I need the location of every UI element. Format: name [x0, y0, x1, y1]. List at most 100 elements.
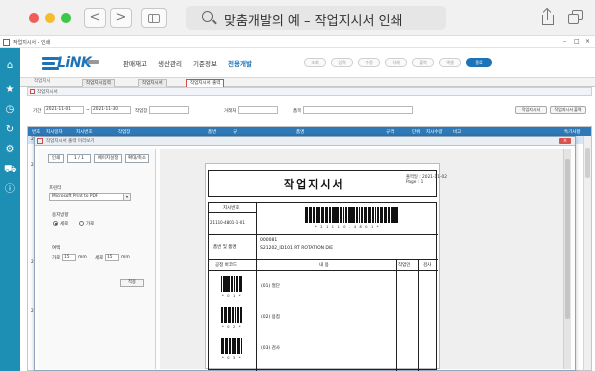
preview-page: 작업지시서 출력일 : 2021-11-02 Page : 1 지시번호 211… [205, 163, 447, 371]
subwindow-title: 작업지시서 [37, 90, 58, 95]
process-content-2: (02) 용접 [261, 315, 280, 320]
cart-icon[interactable]: ⛟ [4, 164, 17, 176]
clock-icon[interactable]: ◷ [4, 104, 16, 116]
exit-button[interactable]: 종료 [466, 58, 492, 67]
grid-scrollbar[interactable] [583, 136, 591, 370]
page-setup-button[interactable]: 페이지설정 [94, 154, 122, 163]
process-barcode-2 [221, 307, 242, 323]
portrait-radio[interactable] [53, 221, 58, 226]
work-order-print-button[interactable]: 작업지시서 출력 [550, 106, 586, 114]
col-note[interactable]: 비고 [453, 129, 461, 135]
search-icon [202, 11, 213, 22]
insert-button[interactable]: 입력 [331, 58, 353, 67]
share-button[interactable] [538, 8, 558, 28]
process-barcode-text-1: * 0 1 * [222, 294, 242, 298]
client-label: 거래처 [224, 109, 237, 114]
app-title: 작업지시서 - 인쇄 [13, 40, 51, 46]
process-barcode-1 [221, 276, 242, 292]
print-options-panel: 인쇄 1 / 1 페이지설정 확대/축소 프린터 Microsoft Print… [38, 149, 156, 369]
filter-bar: 기간 2021-11-01 ~ 2021-11-30 작업장 거래처 품목 작업… [27, 98, 592, 126]
tab-work-order-print[interactable]: 작업지시서 출력 [186, 79, 225, 87]
zoom-button[interactable]: 확대/축소 [125, 154, 149, 163]
forward-button[interactable]: > [110, 8, 132, 28]
process-content-3: (03) 검사 [261, 346, 280, 351]
minimize-window-button[interactable] [45, 13, 55, 23]
zoom-window-button[interactable] [61, 13, 71, 23]
date-to-input[interactable]: 2021-11-30 [91, 106, 131, 114]
back-button[interactable]: < [84, 8, 106, 28]
col-workline[interactable]: 작업장 [118, 129, 130, 135]
col-date[interactable]: 지시일자 [46, 129, 63, 135]
printer-select[interactable]: Microsoft Print to PDF ▾ [49, 193, 131, 201]
page-indicator[interactable]: 1 / 1 [67, 154, 91, 163]
col-item-name[interactable]: 품명 [296, 129, 304, 135]
document-title: 작업지시서 [284, 178, 345, 191]
dialog-close-button[interactable]: × [559, 138, 571, 144]
menu-item-production[interactable]: 생산관리 [158, 58, 182, 68]
app-close-button[interactable]: × [585, 38, 590, 45]
col-qty[interactable]: 지시수량 [426, 129, 443, 135]
delete-button[interactable]: 삭제 [385, 58, 407, 67]
app-minimize-button[interactable]: – [563, 38, 566, 45]
address-bar[interactable]: 맞춤개발의 예 – 작업지시서 인쇄 [186, 6, 446, 30]
landscape-radio[interactable] [79, 221, 84, 226]
sidebar-toggle-button[interactable] [141, 8, 167, 28]
date-from-input[interactable]: 2021-11-01 [44, 106, 84, 114]
date-label: 기간 [33, 109, 42, 114]
process-barcode-text-3: * 0 3 * [222, 356, 242, 360]
item-input[interactable] [303, 106, 413, 114]
tabs-overview-button[interactable] [566, 9, 586, 27]
printer-icon [37, 138, 43, 144]
breadcrumb: 작업지시 [34, 79, 51, 84]
gear-icon[interactable]: ⚙ [4, 144, 16, 156]
item-code: 000081 [260, 238, 278, 243]
workline-input[interactable] [149, 106, 189, 114]
app-maximize-button[interactable]: □ [574, 38, 580, 45]
close-window-button[interactable] [29, 13, 39, 23]
margin-right-input[interactable]: 15 [105, 254, 119, 261]
col-no[interactable]: 번호 [32, 129, 40, 135]
grid-header: 번호 지시일자 지시번호 작업장 품번 규 품명 규격 단위 지시수량 비고 특… [28, 127, 591, 136]
work-order-search-button[interactable]: 작업지시서 [515, 106, 547, 114]
tab-work-order-entry[interactable]: 작업지시입력 [82, 79, 115, 87]
tab-work-order[interactable]: 작업지시서 [138, 79, 167, 87]
app-title-bar: 작업지시서 - 인쇄 – □ × [0, 37, 595, 48]
preview-scrollbar[interactable] [563, 149, 571, 369]
excel-button[interactable]: 엑셀 [439, 58, 461, 67]
menu-item-sales[interactable]: 판매재고 [123, 58, 147, 68]
info-icon[interactable]: ⓘ [4, 184, 16, 196]
margin-left-input[interactable]: 15 [62, 254, 76, 261]
app-icon [3, 39, 10, 46]
query-button[interactable]: 조회 [304, 58, 326, 67]
order-no-value: 21110-4801-1-01 [210, 220, 245, 225]
refresh-icon[interactable]: ↻ [4, 124, 16, 136]
dialog-title-bar: 작업지시서 출력 미리보기 × [35, 137, 575, 146]
app-header: LiNK 판매재고 생산관리 기준정보 전용개발 조회 입력 수정 삭제 출력 … [20, 48, 595, 78]
menu-item-master[interactable]: 기준정보 [193, 58, 217, 68]
menu-item-custom[interactable]: 전용개발 [228, 58, 252, 68]
print-now-button[interactable]: 인쇄 [48, 154, 64, 163]
subwindow-header: 작업지시서 [27, 87, 592, 96]
address-text: 맞춤개발의 예 – 작업지시서 인쇄 [224, 14, 403, 29]
order-barcode-text: * 2 1 1 1 0 - 4 8 0 1 * [315, 225, 380, 229]
item-label: 품번 및 품명 [213, 245, 237, 250]
dialog-title: 작업지시서 출력 미리보기 [46, 139, 95, 144]
process-barcode-text-2: * 0 2 * [222, 325, 242, 329]
printer-label: 프린터 [49, 186, 62, 191]
page-number: Page : 1 [406, 180, 424, 185]
apply-button[interactable]: 적용 [120, 279, 144, 287]
col-spec-short[interactable]: 규 [233, 129, 237, 135]
col-unit[interactable]: 단위 [412, 129, 420, 135]
process-content-1: (01) 절단 [261, 284, 280, 289]
edit-button[interactable]: 수정 [358, 58, 380, 67]
print-button[interactable]: 출력 [412, 58, 434, 67]
browser-toolbar: < > 맞춤개발의 예 – 작업지시서 인쇄 [0, 0, 595, 36]
star-icon[interactable]: ★ [4, 84, 16, 96]
print-preview-area: 작업지시서 출력일 : 2021-11-02 Page : 1 지시번호 211… [160, 149, 571, 371]
home-icon[interactable]: ⌂ [4, 60, 16, 72]
col-order-no[interactable]: 지시번호 [76, 129, 93, 135]
col-remarks[interactable]: 특기사항 [564, 129, 581, 135]
col-item-code[interactable]: 품번 [208, 129, 216, 135]
col-spec[interactable]: 규격 [386, 129, 394, 135]
client-input[interactable] [238, 106, 278, 114]
